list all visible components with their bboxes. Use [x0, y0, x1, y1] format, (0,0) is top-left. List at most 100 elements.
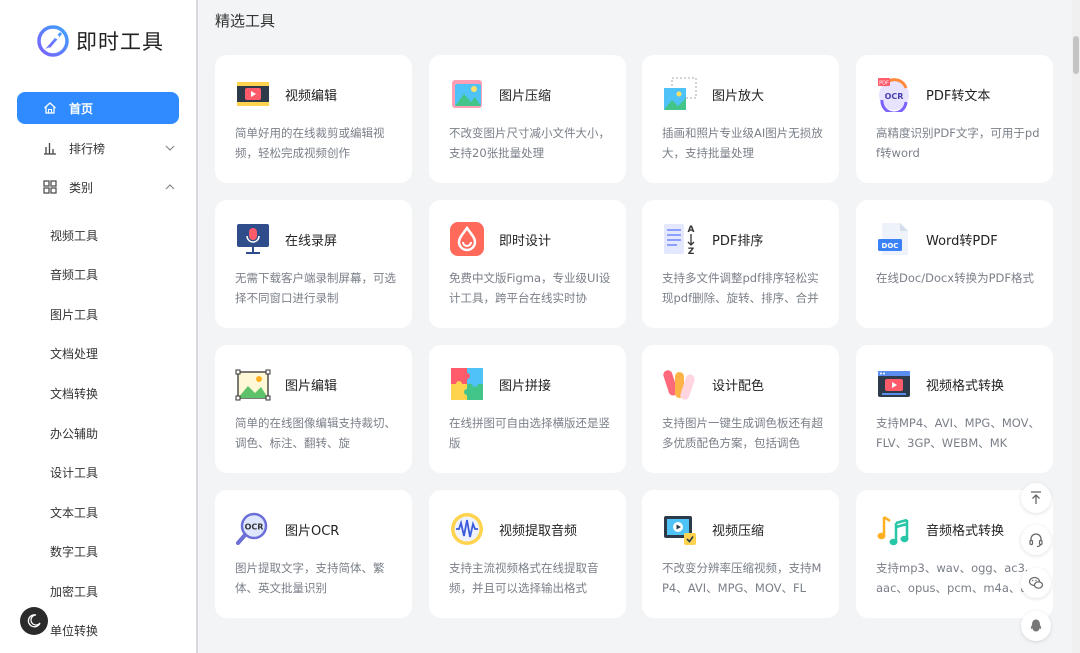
svg-text:A: A [688, 225, 695, 235]
card-title: 视频压缩 [712, 524, 765, 539]
section-title: 精选工具 [215, 12, 276, 30]
dark-mode-toggle[interactable] [20, 607, 48, 635]
card-title: PDF转文本 [926, 89, 991, 104]
tool-card-color-palette[interactable]: 设计配色 支持图片一键生成调色板还有超多优质配色方案，包括调色 [642, 345, 839, 473]
sidebar: 即时工具 首页 排行榜 类别 视频工具 音频工具 图片工具 文档处理 文档转换 … [0, 0, 198, 653]
card-desc: 简单的在线图像编辑支持裁切、调色、标注、翻转、旋 [235, 416, 396, 450]
puzzle-icon [451, 368, 483, 400]
card-desc: 免费中文版Figma，专业级UI设计工具，跨平台在线实时协 [449, 271, 611, 305]
tool-card-image-ocr[interactable]: OCR 图片OCR 图片提取文字，支持简体、繁体、英文批量识别 [215, 490, 412, 618]
svg-text:Z: Z [688, 247, 695, 257]
tool-card-jishi-design[interactable]: 即时设计 免费中文版Figma，专业级UI设计工具，跨平台在线实时协 [429, 200, 626, 328]
tool-card-audio-format-convert[interactable]: 音频格式转换 支持mp3、wav、ogg、ac3、aac、opus、pcm、m4… [856, 490, 1053, 618]
card-title: Word转PDF [926, 234, 998, 249]
sidebar-item-video-tools[interactable]: 视频工具 [50, 227, 98, 244]
sidebar-item-image-tools[interactable]: 图片工具 [50, 306, 98, 323]
card-title: 图片压缩 [499, 89, 552, 104]
scrollbar-thumb[interactable] [1073, 36, 1079, 74]
nav-home[interactable]: 首页 [17, 92, 179, 124]
tool-card-image-splice[interactable]: 图片拼接 在线拼图可自由选择横版还是竖版 [429, 345, 626, 473]
tool-card-screen-record[interactable]: 在线录屏 无需下载客户端录制屏幕，可选择不同窗口进行录制 [215, 200, 412, 328]
brand[interactable]: 即时工具 [36, 24, 164, 58]
image-edit-icon [235, 369, 271, 401]
tool-card-video-edit[interactable]: 视频编辑 简单好用的在线裁剪或编辑视频，轻松完成视频创作 [215, 55, 412, 183]
card-title: 图片OCR [285, 524, 340, 539]
card-title: 视频格式转换 [926, 379, 1005, 394]
customer-service-button[interactable] [1021, 525, 1051, 555]
card-title: 图片拼接 [499, 379, 552, 394]
tool-card-image-edit[interactable]: 图片编辑 简单的在线图像编辑支持裁切、调色、标注、翻转、旋 [215, 345, 412, 473]
color-palette-icon [663, 370, 695, 400]
sidebar-item-number-tools[interactable]: 数字工具 [50, 543, 98, 560]
sidebar-item-doc-processing[interactable]: 文档处理 [50, 345, 98, 362]
card-title: 设计配色 [712, 379, 765, 394]
word-doc-icon: DOC [878, 223, 908, 255]
arrow-up-icon [1031, 491, 1041, 504]
image-compress-icon [452, 80, 482, 108]
sidebar-item-audio-tools[interactable]: 音频工具 [50, 266, 98, 283]
pdf-ocr-icon: PDF OCR [878, 78, 909, 112]
image-enlarge-icon [664, 77, 697, 110]
tool-card-video-compress[interactable]: 视频压缩 不改变分辨率压缩视频，支持MP4、AVI、MPG、MOV、FL [642, 490, 839, 618]
music-notes-icon [877, 515, 909, 546]
card-desc: 在线拼图可自由选择横版还是竖版 [449, 416, 610, 450]
scrollbar[interactable] [1072, 0, 1080, 653]
card-title: 即时设计 [499, 234, 552, 249]
sidebar-item-encrypt-tools[interactable]: 加密工具 [50, 583, 98, 600]
chevron-down-icon [165, 145, 175, 151]
nav-ranking[interactable]: 排行榜 [17, 132, 179, 164]
headset-icon [1029, 533, 1043, 548]
svg-text:PDF: PDF [879, 81, 889, 87]
wechat-button[interactable] [1021, 568, 1051, 598]
card-desc: 图片提取文字，支持简体、繁体、英文批量识别 [235, 561, 385, 595]
card-desc: 插画和照片专业级AI图片无损放大，支持批量处理 [662, 126, 823, 160]
tool-card-video-format-convert[interactable]: 视频格式转换 支持MP4、AVI、MPG、MOV、FLV、3GP、WEBM、MK [856, 345, 1053, 473]
card-desc: 不改变分辨率压缩视频，支持MP4、AVI、MPG、MOV、FL [662, 561, 822, 595]
pdf-sort-icon: AZ [664, 224, 695, 257]
video-edit-icon [237, 82, 269, 106]
tool-card-image-compress[interactable]: 图片压缩 不改变图片尺寸减小文件大小，支持20张批量处理 [429, 55, 626, 183]
video-convert-icon [878, 371, 910, 397]
card-title: 视频提取音频 [499, 524, 578, 539]
nav-category[interactable]: 类别 [17, 171, 179, 203]
tool-card-video-extract-audio[interactable]: 视频提取音频 支持主流视频格式在线提取音频，并且可以选择输出格式 [429, 490, 626, 618]
card-desc: 高精度识别PDF文字，可用于pdf转word [876, 126, 1040, 160]
wechat-icon [1028, 576, 1044, 589]
video-compress-icon [664, 516, 696, 545]
card-title: 音频格式转换 [926, 524, 1005, 539]
nav-category-label: 类别 [69, 180, 94, 195]
card-desc: 无需下载客户端录制屏幕，可选择不同窗口进行录制 [235, 271, 396, 305]
tool-card-pdf-sort[interactable]: AZ PDF排序 支持多文件调整pdf排序轻松实现pdf删除、旋转、排序、合并 [642, 200, 839, 328]
moon-icon [27, 614, 41, 628]
jishi-design-icon [450, 222, 484, 256]
audio-extract-icon [451, 513, 483, 545]
card-title: PDF排序 [712, 234, 764, 249]
back-to-top-button[interactable] [1021, 483, 1051, 513]
card-title: 图片放大 [712, 89, 765, 104]
tool-card-image-enlarge[interactable]: 图片放大 插画和照片专业级AI图片无损放大，支持批量处理 [642, 55, 839, 183]
chevron-up-icon [165, 184, 175, 190]
nav-home-label: 首页 [69, 101, 94, 116]
sidebar-item-unit-convert[interactable]: 单位转换 [50, 622, 98, 639]
screen-record-icon [237, 224, 269, 254]
svg-text:OCR: OCR [885, 92, 904, 101]
card-title: 图片编辑 [285, 379, 338, 394]
bar-chart-icon [42, 140, 58, 156]
rocket-logo-icon [37, 25, 69, 57]
brand-name: 即时工具 [76, 30, 164, 54]
sidebar-item-office[interactable]: 办公辅助 [50, 425, 98, 442]
svg-text:DOC: DOC [882, 242, 899, 250]
qq-button[interactable] [1021, 611, 1051, 641]
qq-penguin-icon [1030, 619, 1042, 632]
tool-card-word-to-pdf[interactable]: DOC Word转PDF 在线Doc/Docx转换为PDF格式 [856, 200, 1053, 328]
card-desc: 支持图片一键生成调色板还有超多优质配色方案，包括调色 [662, 416, 823, 450]
nav-ranking-label: 排行榜 [69, 141, 106, 156]
sidebar-item-doc-convert[interactable]: 文档转换 [50, 385, 98, 402]
sidebar-item-design-tools[interactable]: 设计工具 [50, 464, 98, 481]
home-icon [42, 100, 58, 116]
card-desc: 支持MP4、AVI、MPG、MOV、FLV、3GP、WEBM、MK [876, 416, 1040, 450]
card-title: 视频编辑 [285, 89, 338, 104]
tool-card-pdf-to-text[interactable]: PDF OCR PDF转文本 高精度识别PDF文字，可用于pdf转word [856, 55, 1053, 183]
sidebar-item-text-tools[interactable]: 文本工具 [50, 504, 98, 521]
card-desc: 支持多文件调整pdf排序轻松实现pdf删除、旋转、排序、合并 [662, 271, 819, 305]
